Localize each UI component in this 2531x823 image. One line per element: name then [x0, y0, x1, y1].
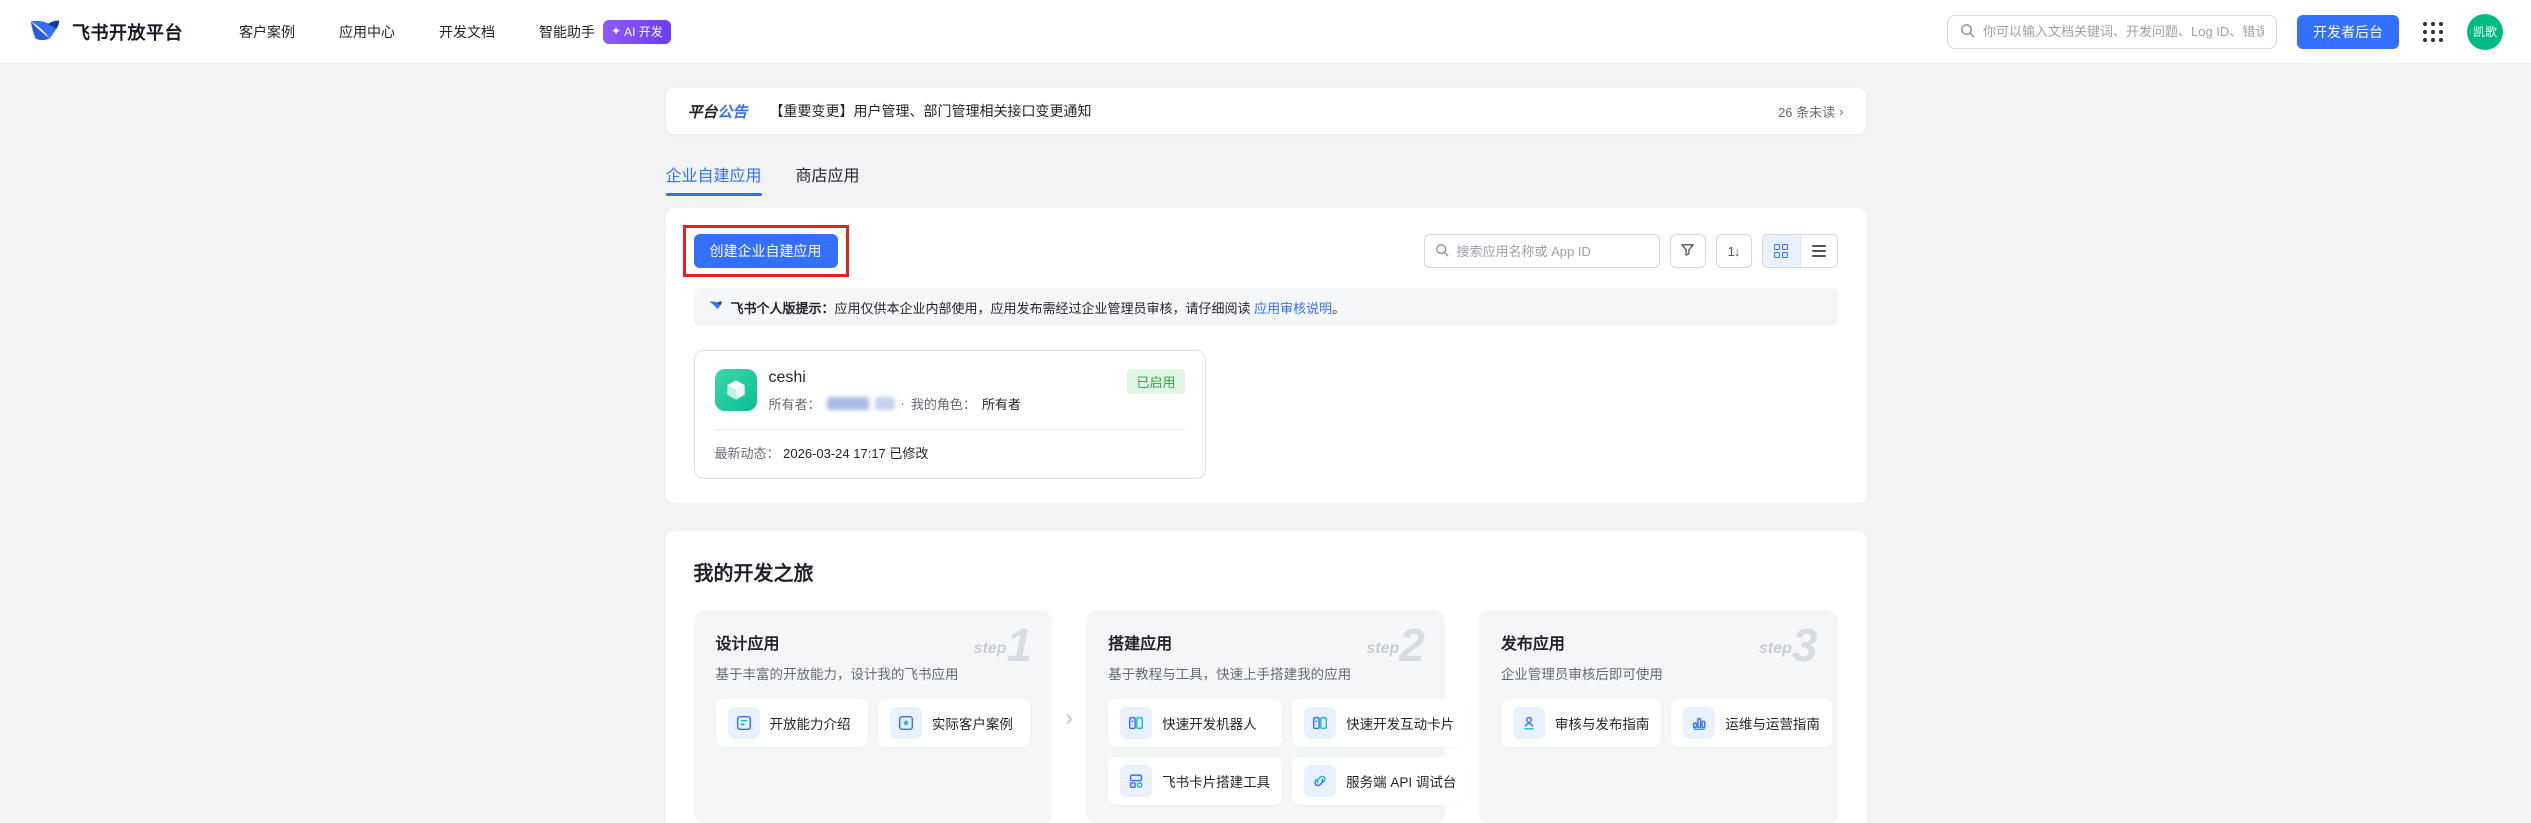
filter-funnel-icon	[1680, 242, 1695, 260]
app-latest-activity: 最新动态： 2026-03-24 17:17 已修改	[715, 443, 1185, 462]
toolbar-right-controls: 1↓	[1423, 234, 1838, 268]
status-badge-enabled: 已启用	[1127, 369, 1185, 394]
document-icon	[727, 707, 760, 739]
ai-dev-badge[interactable]: ✦ AI 开发	[603, 19, 671, 44]
feishu-logo[interactable]: 飞书开放平台	[28, 13, 183, 50]
app-name: ceshi	[768, 369, 806, 386]
app-card-divider	[714, 429, 1185, 430]
link-review-publish-guide[interactable]: 审核与发布指南	[1500, 699, 1662, 747]
user-avatar[interactable]: 凯歌	[2467, 13, 2503, 50]
create-app-annotated-area: 创建企业自建应用	[682, 225, 849, 277]
owner-label: 所有者：	[768, 397, 821, 412]
journey-steps: step 1 设计应用 基于丰富的开放能力，设计我的飞书应用 开放能力介绍 实际…	[693, 610, 1838, 823]
sort-button[interactable]: 1↓	[1715, 234, 1752, 268]
stamp-icon	[1512, 707, 1545, 739]
app-search-box[interactable]	[1423, 234, 1660, 268]
step3-watermark: step 3	[1759, 619, 1818, 671]
view-toggle	[1761, 234, 1838, 268]
grid-view-icon	[1774, 244, 1788, 258]
sparkle-icon: ✦	[611, 24, 622, 38]
link-api-debugger[interactable]: 服务端 API 调试台	[1292, 757, 1469, 805]
app-list-toolbar: 创建企业自建应用 搜索应用名称或 App ID 1↓	[682, 225, 1838, 277]
apps-grid-icon[interactable]	[2419, 18, 2447, 46]
journey-title: 我的开发之旅	[693, 563, 814, 585]
logo-title: 飞书开放平台	[72, 22, 183, 43]
unread-count-link[interactable]: 26 条未读 ›	[1778, 102, 1843, 121]
top-header: 飞书开放平台 客户案例 应用中心 开发文档 智能助手 ✦ AI 开发 开发者后台	[0, 0, 2531, 64]
header-right: 开发者后台 凯歌	[1947, 13, 2503, 50]
app-card-header: ceshi 所有者： · 我的角色： 所有者 已启用	[714, 369, 1185, 413]
chevron-right-icon: ›	[1065, 704, 1073, 730]
review-guide-link[interactable]: 应用审核说明	[1254, 301, 1332, 316]
book-icon	[1120, 707, 1153, 739]
grid-view-button[interactable]	[1762, 235, 1800, 267]
tip-feishu-icon	[708, 298, 723, 316]
bar-chart-icon	[1683, 707, 1716, 739]
app-search-input[interactable]	[1456, 243, 1649, 259]
global-search-box[interactable]	[1947, 14, 2277, 49]
step1-watermark: step 1	[973, 619, 1033, 671]
activity-value: 2026-03-24 17:17 已修改	[783, 446, 929, 461]
nav-item-ai-assistant[interactable]: 智能助手 ✦ AI 开发	[539, 19, 671, 44]
chevron-right-icon: ›	[1839, 103, 1844, 119]
app-cube-icon	[714, 369, 757, 411]
book-icon	[1304, 707, 1337, 739]
role-label: 我的角色：	[910, 397, 976, 412]
link-ops-guide[interactable]: 运维与运营指南	[1671, 699, 1832, 747]
link-quick-bot[interactable]: 快速开发机器人	[1108, 699, 1283, 747]
step2-watermark: step 2	[1366, 619, 1425, 671]
announcement-label: 平台公告	[687, 103, 748, 121]
star-document-icon	[889, 707, 922, 739]
blocks-icon	[1120, 765, 1153, 797]
feishu-logo-icon	[28, 13, 62, 50]
step-card-publish: step 3 发布应用 企业管理员审核后即可使用 审核与发布指南 运维与运营指南	[1478, 610, 1838, 823]
list-view-button[interactable]	[1799, 235, 1837, 267]
personal-edition-tip: 飞书个人版提示：应用仅供本企业内部使用，应用发布需经过企业管理员审核，请仔细阅读…	[693, 288, 1838, 326]
app-list-panel: 创建企业自建应用 搜索应用名称或 App ID 1↓ 飞书个人版提示：应用仅供本…	[665, 208, 1866, 503]
nav-item-dev-docs[interactable]: 开发文档	[439, 22, 495, 42]
api-link-icon	[1304, 765, 1337, 797]
search-icon	[1435, 243, 1449, 260]
list-view-icon	[1811, 245, 1826, 257]
app-info: ceshi 所有者： · 我的角色： 所有者	[769, 369, 1116, 413]
tab-store-apps[interactable]: 商店应用	[796, 162, 860, 196]
role-value: 所有者	[981, 397, 1021, 412]
dev-journey-panel: 我的开发之旅 step 1 设计应用 基于丰富的开放能力，设计我的飞书应用 开放…	[665, 531, 1866, 823]
meta-dot: ·	[900, 396, 905, 411]
main-nav: 客户案例 应用中心 开发文档 智能助手 ✦ AI 开发	[239, 19, 671, 44]
nav-item-app-center[interactable]: 应用中心	[339, 22, 395, 42]
sort-icon: 1↓	[1727, 243, 1741, 259]
tab-self-built-apps[interactable]: 企业自建应用	[665, 162, 762, 196]
nav-item-customer-cases[interactable]: 客户案例	[239, 22, 295, 42]
filter-button[interactable]	[1669, 234, 1706, 268]
global-search-input[interactable]	[1983, 24, 2264, 39]
app-meta: 所有者： · 我的角色： 所有者	[769, 394, 1116, 413]
app-card-ceshi[interactable]: ceshi 所有者： · 我的角色： 所有者 已启用 最新动态： 2026-03…	[693, 350, 1206, 479]
create-app-button[interactable]: 创建企业自建应用	[693, 234, 838, 268]
tip-text: 飞书个人版提示：应用仅供本企业内部使用，应用发布需经过企业管理员审核，请仔细阅读…	[730, 300, 1346, 316]
platform-announcement-bar[interactable]: 平台公告 【重要变更】用户管理、部门管理相关接口变更通知 26 条未读 ›	[665, 88, 1866, 134]
step-card-design: step 1 设计应用 基于丰富的开放能力，设计我的飞书应用 开放能力介绍 实际…	[693, 610, 1053, 823]
owner-name-redacted	[826, 397, 869, 410]
step-card-build: step 2 搭建应用 基于教程与工具，快速上手搭建我的应用 快速开发机器人 快…	[1086, 610, 1469, 823]
link-quick-card[interactable]: 快速开发互动卡片	[1292, 699, 1469, 747]
link-card-builder[interactable]: 飞书卡片搭建工具	[1108, 757, 1283, 805]
developer-console-button[interactable]: 开发者后台	[2297, 14, 2399, 49]
owner-name-redacted-2	[874, 397, 895, 410]
announcement-message[interactable]: 【重要变更】用户管理、部门管理相关接口变更通知	[770, 101, 1757, 121]
activity-label: 最新动态：	[714, 446, 780, 461]
link-open-capabilities[interactable]: 开放能力介绍	[715, 699, 868, 747]
search-icon	[1960, 23, 1975, 41]
link-customer-cases[interactable]: 实际客户案例	[877, 699, 1031, 747]
app-type-tabs: 企业自建应用 商店应用	[665, 162, 1866, 196]
